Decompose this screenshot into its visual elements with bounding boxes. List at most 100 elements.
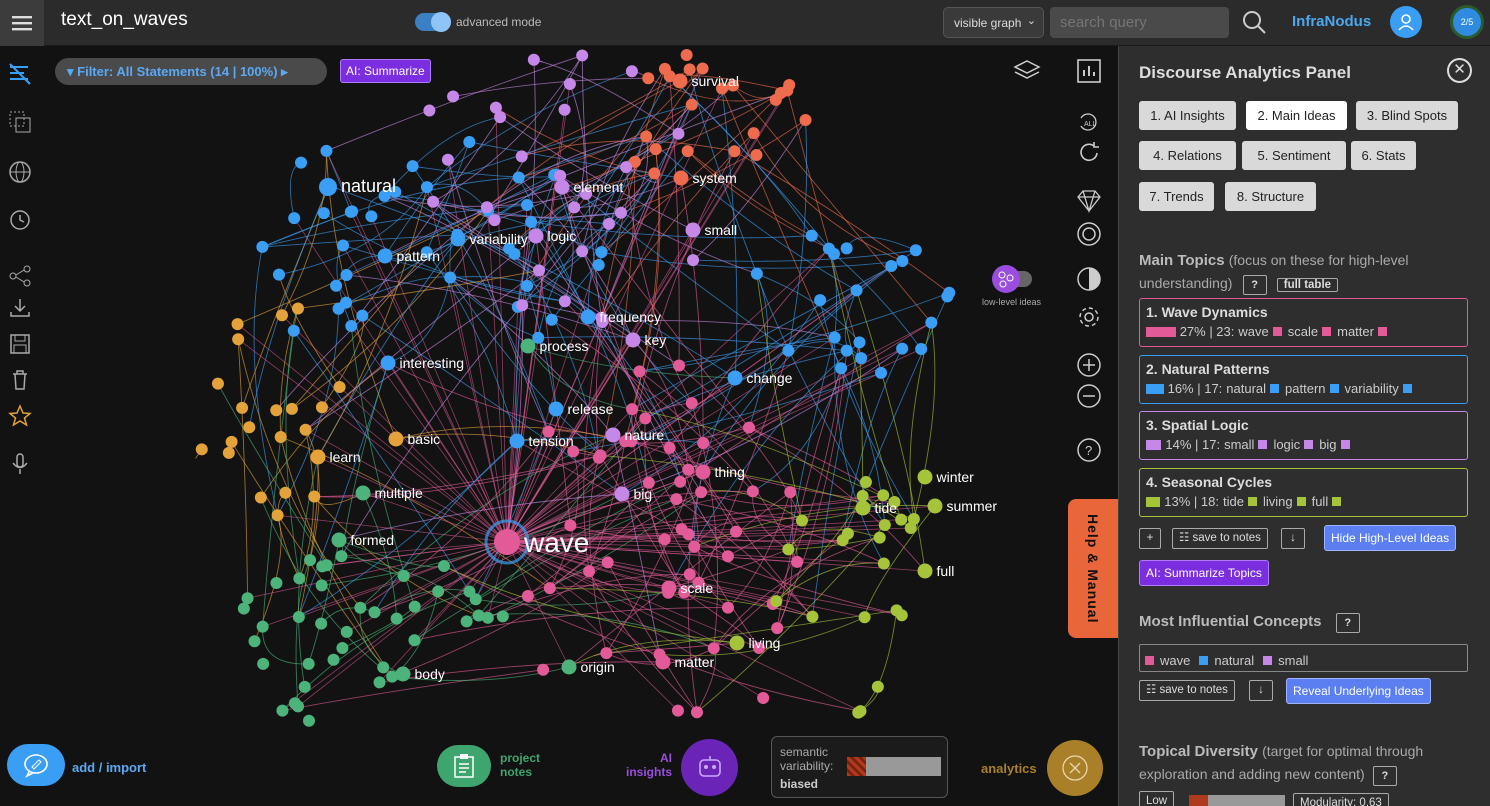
graph-node-change[interactable] [727, 370, 743, 386]
topic-card[interactable]: 4. Seasonal Cycles 13% | 18: tide living ful… [1139, 468, 1468, 517]
graph-node-natural[interactable] [319, 178, 337, 196]
concepts-download-button[interactable]: ↓ [1249, 680, 1273, 701]
graph-node[interactable] [377, 661, 390, 674]
zoom-out-button[interactable] [1074, 381, 1104, 411]
diversity-help-button[interactable]: ? [1372, 766, 1397, 786]
graph-node[interactable] [670, 493, 683, 506]
graph-node[interactable] [769, 93, 782, 106]
progress-step-badge[interactable]: 2/5 [1450, 5, 1484, 39]
graph-node[interactable] [345, 319, 358, 332]
graph-node[interactable] [747, 127, 760, 140]
graph-node[interactable] [237, 602, 250, 615]
graph-node[interactable] [672, 127, 685, 140]
graph-node[interactable] [858, 611, 871, 624]
graph-node[interactable] [299, 423, 312, 436]
graph-node[interactable] [516, 299, 529, 312]
graph-node[interactable] [285, 402, 298, 415]
graph-node[interactable] [687, 254, 700, 267]
graph-node[interactable] [336, 641, 349, 654]
graph-node[interactable] [231, 318, 244, 331]
graph-node-nature[interactable] [605, 427, 621, 443]
graph-node[interactable] [639, 412, 652, 425]
graph-node[interactable] [276, 309, 289, 322]
graph-node[interactable] [885, 259, 898, 272]
graph-node-label[interactable]: learn [330, 449, 361, 465]
graph-node[interactable] [907, 513, 920, 526]
graph-node[interactable] [600, 647, 613, 660]
graph-node[interactable] [685, 397, 698, 410]
graph-node-summer[interactable] [927, 498, 943, 514]
graph-node[interactable] [365, 210, 378, 223]
graph-node[interactable] [682, 463, 695, 476]
graph-node-label[interactable]: basic [408, 431, 441, 447]
graph-node-label[interactable]: frequency [600, 309, 661, 325]
graph-node[interactable] [685, 98, 698, 111]
graph-node[interactable] [295, 156, 308, 169]
graph-node[interactable] [302, 657, 315, 670]
graph-node[interactable] [680, 48, 693, 61]
voice-input-button[interactable] [6, 450, 34, 478]
graph-node[interactable] [354, 601, 367, 614]
graph-node[interactable] [243, 421, 256, 434]
globe-button[interactable] [6, 158, 34, 186]
graph-node[interactable] [782, 344, 795, 357]
graph-node[interactable] [683, 568, 696, 581]
graph-node[interactable] [602, 217, 615, 230]
graph-node[interactable] [521, 198, 534, 211]
graph-node-label[interactable]: process [540, 338, 589, 354]
graph-node[interactable] [406, 160, 419, 173]
graph-node[interactable] [480, 201, 493, 214]
ai-summarize-button[interactable]: AI: Summarize [340, 59, 431, 83]
graph-node[interactable] [317, 207, 330, 220]
graph-node[interactable] [279, 486, 292, 499]
zoom-in-button[interactable] [1074, 350, 1104, 380]
graph-node[interactable] [368, 606, 381, 619]
graph-node[interactable] [757, 691, 770, 704]
graph-node[interactable] [835, 362, 848, 375]
tab-relations[interactable]: 4. Relations [1139, 141, 1236, 170]
topics-download-button[interactable]: ↓ [1281, 528, 1305, 549]
graph-node[interactable] [558, 295, 571, 308]
graph-node[interactable] [909, 244, 922, 257]
help-button[interactable]: ? [1074, 435, 1104, 465]
graph-node-label[interactable]: small [705, 222, 738, 238]
graph-node-label[interactable]: full [937, 563, 955, 579]
graph-node-label[interactable]: interesting [400, 355, 465, 371]
ai-insights-label[interactable]: AI insights [620, 751, 672, 779]
graph-node[interactable] [568, 201, 581, 214]
graph-node-formed[interactable] [331, 532, 347, 548]
topic-keyword[interactable]: living [1263, 494, 1293, 509]
graph-node[interactable] [625, 65, 638, 78]
tab-blind-spots[interactable]: 3. Blind Spots [1356, 101, 1458, 130]
graph-node[interactable] [822, 242, 835, 255]
graph-node[interactable] [444, 271, 457, 284]
graph-node[interactable] [750, 267, 763, 280]
graph-node-label[interactable]: living [749, 635, 781, 651]
graph-node[interactable] [332, 302, 345, 315]
graph-node-label[interactable]: thing [715, 464, 745, 480]
graph-node[interactable] [437, 560, 450, 573]
contrast-button[interactable] [1074, 264, 1104, 294]
tab-trends[interactable]: 7. Trends [1139, 182, 1214, 211]
graph-node-key[interactable] [625, 332, 641, 348]
graph-node[interactable] [895, 609, 908, 622]
graph-node[interactable] [875, 366, 888, 379]
graph-node[interactable] [853, 336, 866, 349]
graph-node[interactable] [640, 130, 653, 143]
graph-node[interactable] [805, 229, 818, 242]
network-graph-canvas[interactable]: survival natural element system variability l… [40, 46, 1118, 806]
graph-node-system[interactable] [673, 170, 689, 186]
graph-node[interactable] [270, 576, 283, 589]
graph-node[interactable] [254, 491, 267, 504]
graph-node[interactable] [595, 246, 608, 259]
graph-node[interactable] [236, 401, 249, 414]
graph-node-release[interactable] [548, 401, 564, 417]
settings-button[interactable] [1074, 302, 1104, 332]
graph-node[interactable] [601, 556, 614, 569]
graph-node-origin[interactable] [561, 659, 577, 675]
graph-node[interactable] [770, 595, 783, 608]
graph-node-label[interactable]: multiple [375, 485, 423, 501]
graph-node[interactable] [232, 333, 245, 346]
graph-node[interactable] [674, 475, 687, 488]
graph-node[interactable] [291, 302, 304, 315]
